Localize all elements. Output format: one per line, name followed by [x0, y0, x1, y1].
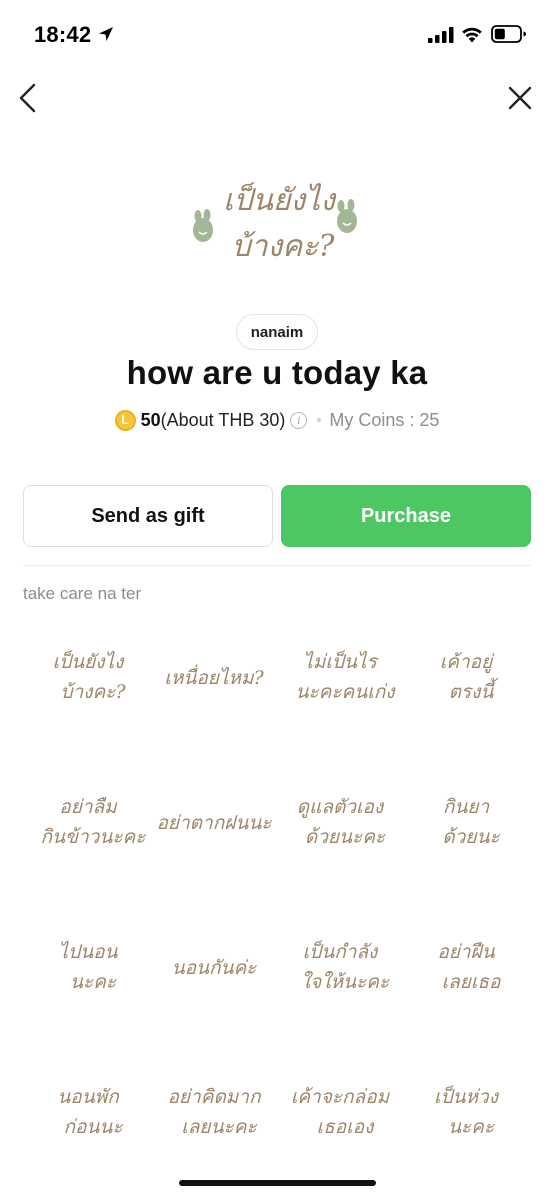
divider [23, 565, 531, 566]
sticker-line1: กินยา [443, 796, 491, 818]
sticker-image: เป็นห่วงนะคะ [434, 1085, 500, 1138]
sticker-line2: ด้วยนะ [442, 826, 500, 848]
sticker-line1: เค้าอยู่ [440, 651, 495, 673]
sticker-image: อย่าลืมกินข้าวนะคะ [41, 796, 147, 848]
sticker-item[interactable]: เป็นกำลังใจให้นะคะ [277, 910, 403, 1040]
green-hand-icon [337, 199, 357, 233]
sticker-image: ดูแลตัวเองด้วยนะคะ [297, 796, 386, 848]
sticker-image: ไปนอนนะคะ [58, 940, 118, 993]
hero-sticker-line2: บ้างคะ? [232, 229, 336, 264]
sticker-item[interactable]: นอนกันค่ะ [151, 910, 277, 1040]
sticker-item[interactable]: ไม่เป็นไรนะคะคนเก่ง [277, 620, 403, 750]
cellular-signal-icon [428, 27, 454, 43]
sticker-item[interactable]: เป็นยังไงบ้างคะ? [25, 620, 151, 750]
back-icon[interactable] [14, 82, 44, 114]
purchase-button[interactable]: Purchase [281, 485, 531, 547]
sticker-line1: เป็นห่วง [434, 1085, 500, 1108]
sticker-line1: อย่าลืม [59, 796, 118, 818]
home-indicator[interactable] [179, 1180, 376, 1186]
sticker-item[interactable]: กินยาด้วยนะ [403, 765, 529, 895]
price-value: 50 [140, 409, 161, 430]
pack-title: how are u today ka [126, 354, 428, 391]
price-about: (About THB 30) [160, 409, 286, 430]
sticker-line1: เหนื่อยไหม? [164, 664, 264, 689]
sticker-line2: ก่อนนะ [63, 1116, 123, 1138]
sticker-line2: นะคะคนเก่ง [295, 681, 396, 703]
sticker-line1: ดูแลตัวเอง [297, 796, 385, 818]
sticker-line1: ไปนอน [58, 940, 118, 963]
sticker-item[interactable]: อย่าลืมกินข้าวนะคะ [25, 765, 151, 895]
sticker-line1: อย่าคิดมาก [168, 1086, 262, 1108]
sticker-line2: ด้วยนะคะ [305, 826, 386, 848]
sticker-line2: ตรงนี้ [449, 677, 499, 703]
sticker-line1: เป็นกำลัง [303, 940, 379, 963]
sticker-item[interactable]: เค้าอยู่ตรงนี้ [403, 620, 529, 750]
line-coin-icon: L [114, 409, 136, 431]
sticker-item[interactable]: เหนื่อยไหม? [151, 620, 277, 750]
sticker-image: นอนพักก่อนนะ [57, 1086, 123, 1138]
location-arrow-icon [99, 27, 113, 41]
sticker-line2: นะคะ [448, 1116, 495, 1138]
my-coins: My Coins : 25 [329, 409, 440, 430]
pack-description: take care na ter [23, 584, 142, 603]
sticker-image: อย่าคิดมากเลยนะคะ [168, 1086, 262, 1138]
sticker-image: เค้าอยู่ตรงนี้ [440, 651, 499, 703]
sticker-line1: เค้าจะกล่อม [291, 1086, 391, 1108]
sticker-line1: นอนกันค่ะ [172, 957, 258, 979]
sticker-item[interactable]: อย่าตากฝนนะ [151, 765, 277, 895]
sticker-image: เป็นกำลังใจให้นะคะ [301, 940, 390, 993]
battery-icon [491, 25, 526, 43]
green-hand-icon [193, 209, 213, 242]
separator-dot [317, 418, 322, 422]
sticker-item[interactable]: อย่าฝืนเลยเธอ [403, 910, 529, 1040]
sticker-image: เหนื่อยไหม? [164, 664, 264, 689]
close-icon[interactable] [506, 84, 534, 112]
sticker-line2: เลยเธอ [442, 971, 502, 993]
sticker-line2: เลยนะคะ [181, 1116, 257, 1138]
main-sticker-image: เป็นยังไง บ้างคะ? [193, 182, 357, 264]
sticker-image: กินยาด้วยนะ [442, 796, 500, 848]
sticker-line1: นอนพัก [57, 1086, 120, 1108]
hero-sticker-line1: เป็นยังไง [223, 182, 337, 218]
sticker-item[interactable]: อย่าคิดมากเลยนะคะ [151, 1055, 277, 1185]
sticker-image: เค้าจะกล่อมเธอเอง [291, 1086, 391, 1138]
sticker-line2: ใจให้นะคะ [301, 970, 390, 993]
sticker-line1: ไม่เป็นไร [303, 650, 379, 673]
sticker-item[interactable]: ไปนอนนะคะ [25, 910, 151, 1040]
info-icon[interactable]: i [290, 411, 308, 429]
sticker-line2: บ้างคะ? [60, 681, 126, 703]
status-time: 18:42 [34, 22, 92, 47]
sticker-image: อย่าตากฝนนะ [156, 812, 272, 834]
send-as-gift-button[interactable]: Send as gift [23, 485, 273, 547]
sticker-line1: อย่าตากฝนนะ [156, 812, 272, 834]
sticker-line1: อย่าฝืน [437, 941, 495, 963]
wifi-icon [462, 27, 482, 43]
sticker-line2: นะคะ [70, 971, 117, 993]
sticker-image: ไม่เป็นไรนะคะคนเก่ง [295, 650, 396, 703]
sticker-line2: เธอเอง [317, 1116, 375, 1138]
sticker-item[interactable]: เค้าจะกล่อมเธอเอง [277, 1055, 403, 1185]
sticker-item[interactable]: นอนพักก่อนนะ [25, 1055, 151, 1185]
sticker-image: นอนกันค่ะ [172, 957, 258, 979]
sticker-image: เป็นยังไงบ้างคะ? [53, 650, 127, 703]
status-bar: 18:42 [0, 0, 554, 70]
sticker-item[interactable]: ดูแลตัวเองด้วยนะคะ [277, 765, 403, 895]
sticker-image: อย่าฝืนเลยเธอ [437, 941, 502, 993]
author-badge[interactable]: nanaim [236, 314, 318, 350]
sticker-line2: กินข้าวนะคะ [41, 826, 147, 848]
sticker-line1: เป็นยังไง [53, 650, 126, 673]
sticker-item[interactable]: เป็นห่วงนะคะ [403, 1055, 529, 1185]
price-row: L 50 (About THB 30) i My Coins : 25 [0, 406, 554, 434]
